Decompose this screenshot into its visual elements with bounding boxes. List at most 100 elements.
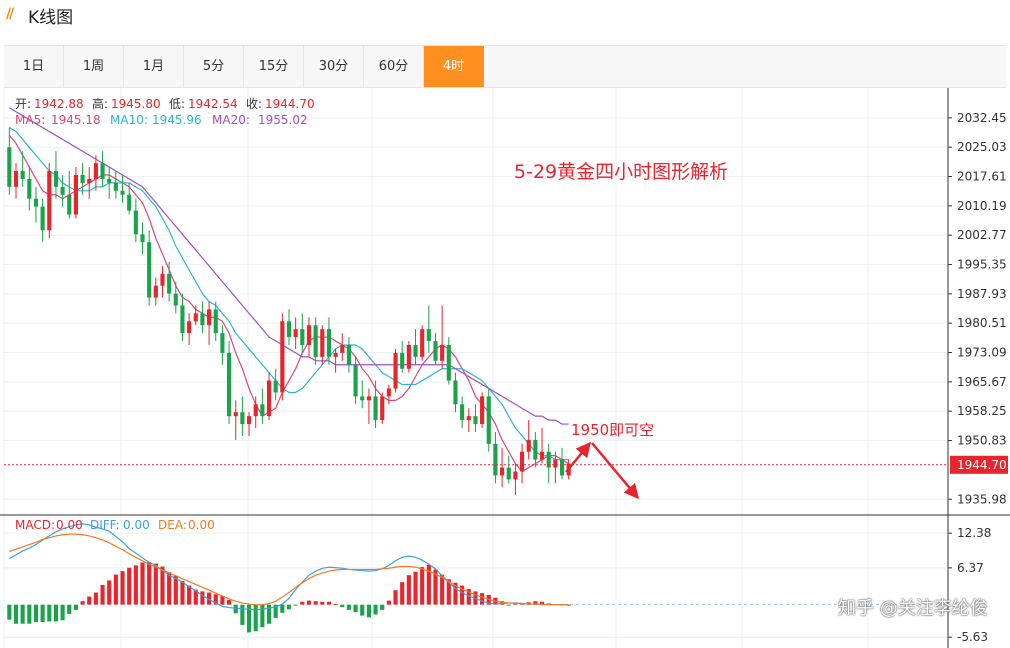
candle-body	[506, 467, 511, 480]
candle-body	[153, 285, 158, 298]
candle-body	[553, 459, 558, 468]
macd-bar	[253, 604, 258, 632]
candle-body	[73, 174, 78, 215]
candle-body	[273, 380, 278, 393]
price-axis: 2032.45 2025.03 2017.61 2010.19 2002.77 1995.…	[948, 111, 1007, 506]
macd-bar	[293, 604, 298, 606]
macd-bar	[127, 567, 132, 605]
candle-body	[306, 325, 312, 345]
ohlc-low-value: 1942.54	[188, 97, 238, 111]
ma10-value: 1945.96	[152, 113, 202, 127]
dea-value: 0.00	[188, 518, 215, 532]
candle-body	[160, 273, 165, 286]
kline-chart[interactable]: 2032.45 2025.03 2017.61 2010.19 2002.77 1995.…	[0, 0, 1010, 648]
macd-bar	[20, 604, 25, 624]
macd-bar	[133, 565, 138, 605]
candle-body	[107, 178, 112, 183]
candle-body	[27, 178, 32, 199]
watermark: 知乎 @关注李纶俊	[838, 598, 988, 619]
macd-bar	[366, 604, 371, 618]
macd-bar	[406, 575, 411, 605]
ma20-line	[9, 107, 569, 425]
ma5-value: 1945.18	[51, 113, 101, 127]
candle-body	[300, 329, 305, 345]
ma5-line	[8, 135, 569, 473]
price-tick-label: 2032.45	[957, 111, 1007, 125]
macd-bar	[7, 604, 12, 620]
candle-body	[227, 352, 232, 417]
macd-bar	[27, 604, 32, 624]
candle-body	[380, 396, 385, 421]
macd-bar	[167, 572, 172, 605]
price-tick-label: 1950.83	[957, 434, 1007, 448]
macd-bar	[187, 585, 192, 605]
macd-bar	[306, 600, 312, 605]
macd-bar	[386, 600, 391, 605]
forecast-arrow-up	[565, 441, 591, 473]
candle-body	[360, 396, 365, 401]
price-tick-label: 1980.51	[957, 316, 1007, 330]
ma10-label: MA10:	[110, 113, 148, 127]
candle-body	[207, 309, 212, 326]
ma20-value: 1955.02	[258, 113, 308, 127]
macd-bar	[107, 580, 112, 605]
candle-body	[346, 344, 351, 365]
macd-bar	[333, 604, 338, 606]
macd-bar	[53, 604, 59, 622]
candle-body	[80, 174, 85, 183]
macd-bar	[353, 604, 358, 613]
candle-body	[466, 416, 471, 421]
macd-value: 0.00	[56, 518, 83, 532]
macd-label: MACD:	[15, 518, 55, 532]
macd-bar	[360, 604, 365, 616]
candle-body	[67, 194, 72, 215]
macd-tick-label: 6.37	[957, 561, 984, 575]
candle-body	[53, 171, 59, 187]
macd-bar	[420, 567, 425, 605]
macd-bar	[400, 582, 405, 605]
candle-body	[167, 273, 172, 294]
candle-body	[100, 163, 105, 179]
price-tick-label: 1973.09	[957, 346, 1007, 360]
candle-body	[20, 171, 25, 179]
macd-bar	[440, 574, 445, 605]
candle-body	[87, 178, 92, 183]
macd-bar	[47, 604, 52, 622]
macd-bar	[140, 562, 145, 605]
macd-bar	[13, 604, 19, 624]
candle-body	[420, 329, 425, 357]
candle-body	[200, 313, 205, 326]
candle-body	[366, 396, 371, 401]
candle-body	[340, 344, 345, 353]
ohlc-open-label: 开:	[15, 97, 31, 111]
price-tick-label: 1995.35	[957, 258, 1007, 272]
diff-value: 0.00	[123, 518, 150, 532]
macd-axis: 12.38 6.37 -5.63	[948, 526, 991, 644]
macd-bar	[60, 604, 65, 621]
candle-body	[486, 396, 491, 444]
candle-body	[253, 404, 258, 417]
candle-body	[493, 443, 498, 476]
ohlc-open-value: 1942.88	[34, 97, 84, 111]
candle-body	[406, 344, 411, 369]
ma20-label: MA20:	[212, 113, 250, 127]
macd-bar	[480, 593, 485, 605]
macd-tick-label: 12.38	[957, 526, 991, 540]
price-tick-label: 2010.19	[957, 199, 1007, 213]
ohlc-high-label: 高:	[92, 96, 108, 111]
candle-body	[33, 198, 39, 207]
price-tick-label: 2017.61	[957, 170, 1007, 184]
candle-body	[326, 329, 332, 357]
ma-lines	[8, 107, 569, 473]
macd-bar	[200, 591, 205, 605]
candle-body	[500, 467, 505, 476]
candle-body	[140, 234, 145, 243]
candle-body	[393, 352, 398, 389]
analysis-title: 5-29黄金四小时图形解析	[514, 161, 728, 183]
macd-bar	[120, 571, 125, 605]
candle-body	[60, 186, 65, 195]
candle-body	[213, 309, 218, 334]
candle-body	[133, 210, 138, 235]
candle-body	[266, 380, 272, 417]
target-annotation: 1950即可空	[571, 421, 654, 439]
